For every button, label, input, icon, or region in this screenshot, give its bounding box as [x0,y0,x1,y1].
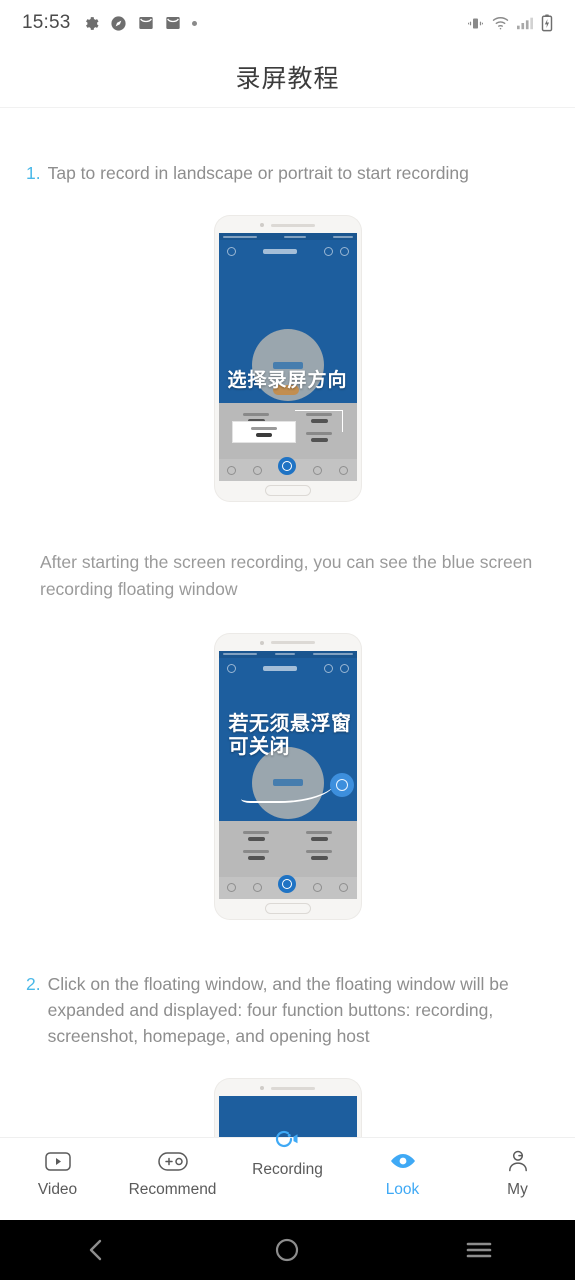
tab-label: My [507,1181,528,1198]
vibrate-icon [467,16,484,31]
tab-label: Video [37,1181,78,1198]
tab-label: Recommend [128,1181,217,1198]
mockup-overlay-line2: 可关闭 [228,735,290,758]
mock-status-bar [218,233,357,241]
speaker-grille [271,223,315,227]
recommend-icon [157,1148,188,1174]
bottom-tabbar[interactable]: Video Recommend Recording Look My [0,1130,575,1220]
app-screen: 15:53 录屏教程 1. Tap to record in landscape… [0,0,575,1280]
mockup-overlay-line1: 若无须悬浮窗 [228,712,352,735]
person-icon [506,1148,530,1174]
mock-settings-panel [218,820,357,899]
front-camera-icon [260,223,264,228]
speaker-grille [271,641,315,644]
mock-app-title [262,248,297,254]
tab-recommend[interactable]: Recommend [115,1148,230,1199]
phone-screen: 若无须悬浮窗 可关闭 [218,650,357,899]
video-play-icon [44,1148,71,1174]
step-item: 2. Click on the floating window, and the… [0,971,575,1050]
step-number: 1. [26,163,41,183]
arrow-illustration [240,763,337,803]
phone-earpiece [215,1086,361,1091]
step-text: Click on the floating window, and the fl… [47,973,509,1047]
floating-window-bubble [329,772,354,797]
android-navigation-bar[interactable] [0,1220,575,1280]
tab-recording[interactable]: Recording [230,1130,345,1199]
mock-option [288,849,351,860]
front-camera-icon [260,640,264,645]
compass-icon [110,15,127,32]
status-bar-right [467,14,553,32]
tab-label: Look [385,1181,420,1198]
phone-earpiece [215,640,361,645]
step-item: 1. Tap to record in landscape or portrai… [0,160,575,186]
mock-option-grid [219,821,357,869]
mock-status-bar [218,650,357,658]
battery-charging-icon [541,14,553,32]
mock-callout-card [231,421,296,444]
phone-home-button [264,485,311,497]
dot-icon [191,20,197,26]
record-camera-icon [273,1126,303,1152]
mock-tabbar [218,457,357,482]
mock-option [225,849,288,860]
tutorial-content[interactable]: 1. Tap to record in landscape or portrai… [0,108,575,1143]
phone-mockup: 若无须悬浮窗 可关闭 [214,633,361,919]
mock-option [288,830,351,841]
mockup-overlay-text: 若无须悬浮窗 可关闭 [229,713,352,759]
tab-my[interactable]: My [460,1148,575,1199]
tab-look[interactable]: Look [345,1148,460,1199]
mock-nav-icon [339,664,349,673]
mock-nav-actions [323,664,349,673]
home-button[interactable] [242,1220,332,1280]
gear-icon [82,15,99,32]
signal-icon [517,16,533,30]
front-camera-icon [260,1086,264,1091]
phone-screen: 选择录屏方向 [218,233,357,482]
mock-nav-icon [323,664,333,673]
mock-nav-icon [226,246,236,256]
tutorial-image-2: 若无须悬浮窗 可关闭 [0,633,575,919]
mock-app-nav [219,240,357,262]
page-title: 录屏教程 [235,64,340,93]
eye-icon [388,1148,418,1174]
speaker-grille [271,1086,315,1090]
mock-option [225,830,288,841]
phone-mockup: 选择录屏方向 [214,216,361,502]
mock-nav-actions [323,246,349,256]
callout-connector [294,410,343,433]
mock-option [288,432,351,443]
mock-app-nav [219,658,357,680]
tutorial-image-1: 选择录屏方向 [0,216,575,502]
back-button[interactable] [51,1220,141,1280]
mock-app-title [262,666,297,671]
page-header: 录屏教程 [0,46,575,108]
mail-icon [165,15,181,31]
step-number: 2. [26,973,41,994]
mock-nav-icon [323,246,333,256]
mail-icon [138,15,154,31]
mock-nav-icon [226,664,236,673]
tab-video[interactable]: Video [0,1148,115,1199]
tab-label: Recording [252,1161,323,1178]
mock-nav-icon [339,246,349,256]
status-bar: 15:53 [0,0,575,46]
phone-home-button [264,902,311,914]
mock-tabbar [218,874,357,899]
status-bar-left: 15:53 [22,12,197,34]
recents-button[interactable] [434,1220,524,1280]
tutorial-paragraph: After starting the screen recording, you… [40,552,533,600]
status-clock: 15:53 [22,12,71,33]
step-text: Tap to record in landscape or portrait t… [47,163,469,183]
wifi-icon [492,16,509,30]
mockup-overlay-text: 选择录屏方向 [227,370,348,392]
phone-earpiece [215,223,361,228]
